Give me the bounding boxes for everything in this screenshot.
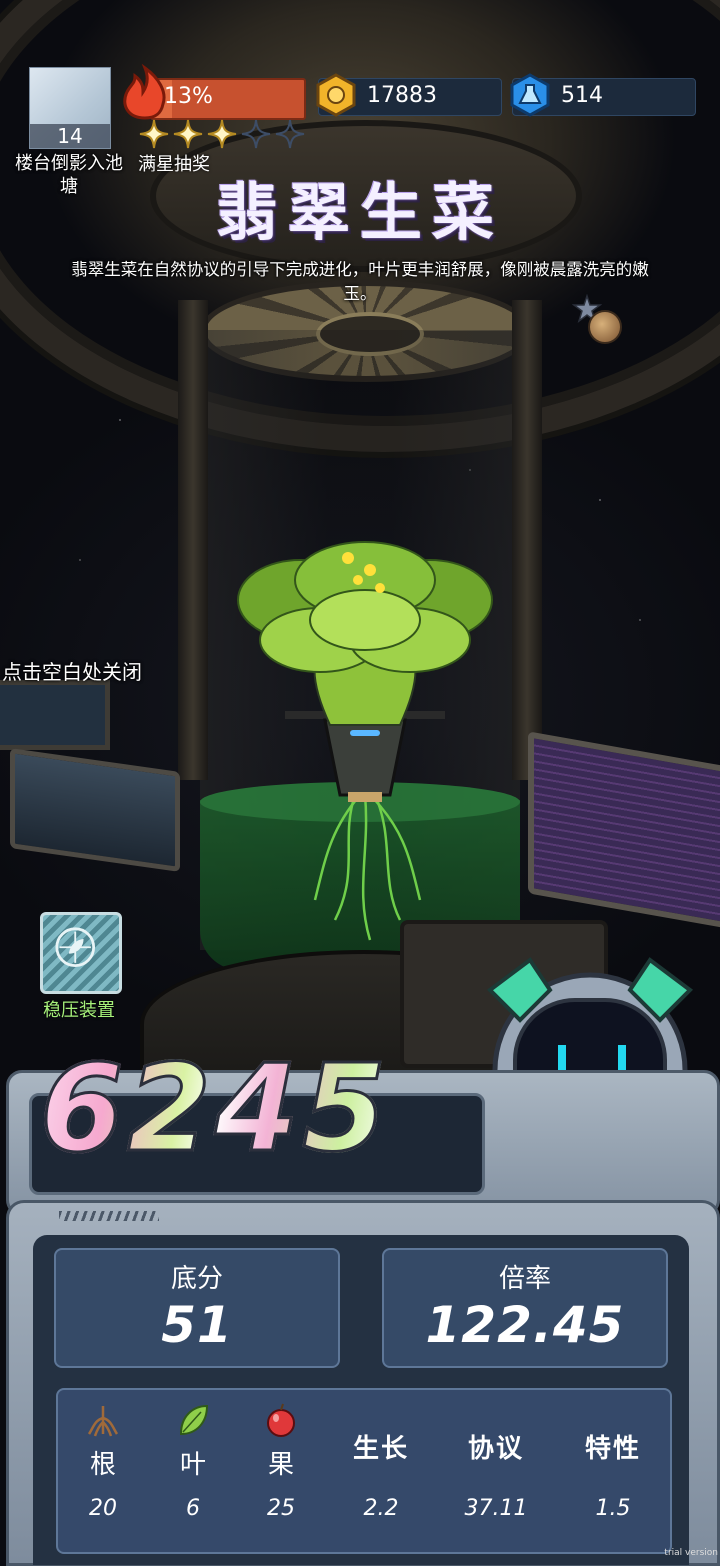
level-thumbnail-button[interactable]: 14 — [29, 67, 111, 149]
pressure-stabilizer-label: 稳压装置 — [43, 1000, 115, 1021]
star-empty-icon — [241, 119, 271, 149]
total-score: 6245 — [39, 1039, 390, 1181]
coin-value: 17883 — [367, 83, 437, 108]
plant-title: 翡翠生菜 — [215, 176, 504, 249]
stat-label: 根 — [89, 1450, 116, 1480]
stat-label: 生长 — [352, 1434, 409, 1464]
pressure-stabilizer-icon — [55, 927, 96, 968]
gold-hexagon-coin-icon — [316, 73, 356, 117]
star-rating[interactable] — [138, 118, 306, 150]
stat-value: 25 — [267, 1496, 295, 1521]
close-tip: 点击空白处关闭 — [2, 660, 142, 684]
base-score-card: 底分 51 — [54, 1248, 340, 1368]
base-score-label: 底分 — [170, 1264, 223, 1294]
chamber-pillar-left — [178, 300, 208, 780]
stat-value: 37.11 — [464, 1496, 528, 1521]
apple-icon — [267, 1403, 295, 1437]
stat-value: 20 — [89, 1496, 117, 1521]
root-icon — [87, 1406, 119, 1437]
gem-value: 514 — [561, 83, 603, 108]
chamber-pillar-right — [512, 300, 542, 780]
multiplier-card: 倍率 122.45 — [382, 1248, 668, 1368]
stat-value: 1.5 — [595, 1496, 631, 1521]
stat-label: 特性 — [584, 1434, 641, 1464]
flame-icon — [123, 63, 166, 120]
left-monitor-upper — [0, 680, 110, 750]
leaf-icon — [179, 1404, 209, 1436]
panel-grip — [59, 1211, 159, 1221]
bonus-orb-icon[interactable] — [588, 310, 622, 344]
stat-label: 协议 — [467, 1434, 524, 1464]
star-filled-icon — [173, 119, 203, 149]
watermark: trial version — [664, 1548, 718, 1558]
blue-flask-gem-icon — [510, 73, 550, 117]
star-filled-icon — [207, 119, 237, 149]
stat-label: 果 — [267, 1450, 294, 1480]
stat-value: 6 — [186, 1496, 200, 1521]
star-filled-icon — [139, 119, 169, 149]
multiplier-value: 122.45 — [425, 1296, 625, 1354]
stats-table: 根 20 叶 6 果 25 生长 2.2 协议 37.11 特性 1.5 — [56, 1388, 672, 1554]
stat-label: 叶 — [179, 1450, 206, 1480]
stat-value: 2.2 — [363, 1496, 399, 1521]
base-score-value: 51 — [161, 1296, 233, 1354]
lettuce-plant-image — [237, 541, 493, 941]
pressure-stabilizer-button[interactable] — [40, 912, 122, 994]
star-empty-icon — [275, 119, 305, 149]
multiplier-label: 倍率 — [498, 1264, 551, 1294]
level-number: 14 — [30, 124, 110, 148]
